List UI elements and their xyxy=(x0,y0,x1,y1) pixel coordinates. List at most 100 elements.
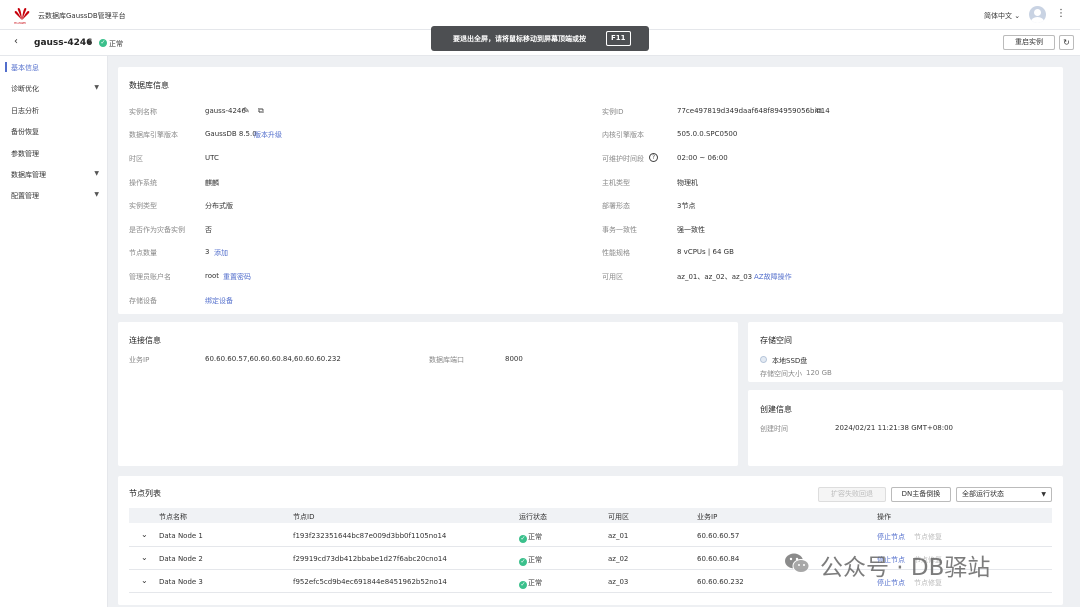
bind-device-link[interactable]: 绑定设备 xyxy=(205,296,233,306)
instance-name-title: gauss-4246 xyxy=(34,38,93,48)
expand-row-icon[interactable]: ⌄ xyxy=(141,576,148,585)
column-header: 节点名称 xyxy=(159,513,187,521)
node-id: f952efc5cd9b4ec691844e8451962b52no14 xyxy=(293,578,447,586)
more-menu-icon[interactable]: ⋮ xyxy=(1056,9,1066,19)
repair-node-link[interactable]: 节点修复 xyxy=(914,532,942,542)
admin-label: 管理员账户名 xyxy=(129,273,171,281)
az-failover-link[interactable]: AZ故障操作 xyxy=(754,272,792,282)
sidebar-item-label: 数据库管理 xyxy=(11,171,46,179)
disk-type-value: 本地SSD盘 xyxy=(772,357,808,365)
kernel-version-value: 505.0.0.SPC0500 xyxy=(677,130,738,138)
column-header: 可用区 xyxy=(608,513,629,521)
sidebar xyxy=(0,56,108,607)
dr-instance-label: 是否作为灾备实例 xyxy=(129,226,185,234)
huawei-logo-icon[interactable] xyxy=(14,7,30,21)
db-info-card xyxy=(118,67,1063,314)
refresh-icon[interactable]: ↻ xyxy=(1059,35,1074,50)
expand-row-icon[interactable]: ⌄ xyxy=(141,553,148,562)
node-az: az_03 xyxy=(608,578,629,586)
admin-value: root xyxy=(205,272,220,280)
sidebar-active-indicator xyxy=(5,62,7,72)
status-ok-icon: ✓ xyxy=(99,39,107,47)
db-port-label: 数据库端口 xyxy=(429,356,464,364)
db-info-title: 数据库信息 xyxy=(129,81,169,90)
sidebar-item-label: 日志分析 xyxy=(11,107,39,115)
business-ip-value: 60.60.60.57,60.60.60.84,60.60.60.232 xyxy=(205,355,341,363)
app-title: 云数据库GaussDB管理平台 xyxy=(38,12,126,20)
copy-icon[interactable]: ⧉ xyxy=(258,107,264,115)
engine-version-label: 数据库引擎版本 xyxy=(129,131,178,139)
chevron-down-icon: ▼ xyxy=(94,84,99,91)
version-upgrade-link[interactable]: 版本升级 xyxy=(254,130,282,140)
sidebar-item-db-manage[interactable]: 数据库管理 ▼ xyxy=(11,170,103,180)
sidebar-item-params[interactable]: 参数管理 xyxy=(11,149,103,159)
instance-type-label: 实例类型 xyxy=(129,202,157,210)
scale-out-rollback-button[interactable]: 扩容失败回退 xyxy=(818,487,886,502)
ssd-disk-icon xyxy=(760,356,767,363)
sidebar-item-log-analysis[interactable]: 日志分析 xyxy=(11,106,103,116)
spec-label: 性能规格 xyxy=(602,249,630,257)
node-count-value: 3 xyxy=(205,248,210,256)
node-status: ✓ 正常 xyxy=(519,532,542,543)
sidebar-item-diagnosis[interactable]: 诊断优化 ▼ xyxy=(11,84,103,94)
node-status: ✓ 正常 xyxy=(519,555,542,566)
created-info-title: 创建信息 xyxy=(760,405,792,414)
status-ok-icon: ✓ xyxy=(519,581,527,589)
node-id: f29919cd73db412bbabe1d27f6abc20cno14 xyxy=(293,555,447,563)
sidebar-item-config[interactable]: 配置管理 ▼ xyxy=(11,191,103,201)
toast-text: 要退出全屏，请将鼠标移动到屏幕顶端或按 xyxy=(453,35,586,43)
node-name: Data Node 2 xyxy=(159,555,203,563)
node-ip: 60.60.60.57 xyxy=(697,532,740,540)
logo-text: HUAWEI xyxy=(14,21,27,25)
storage-device-label: 存储设备 xyxy=(129,297,157,305)
sidebar-item-backup[interactable]: 备份恢复 xyxy=(11,127,103,137)
sidebar-item-basic-info[interactable]: 基本信息 xyxy=(11,63,103,73)
created-time-label: 创建时间 xyxy=(760,425,788,433)
add-node-link[interactable]: 添加 xyxy=(214,248,228,258)
az-label: 可用区 xyxy=(602,273,623,281)
maintenance-window-label: 可维护时间段 xyxy=(602,155,644,163)
business-ip-label: 业务IP xyxy=(129,356,150,364)
instance-id-label: 实例ID xyxy=(602,108,624,116)
edit-icon[interactable]: ✎ xyxy=(243,107,250,115)
node-status-text: 正常 xyxy=(528,556,542,564)
watermark-text: 公众号 · DB驿站 xyxy=(820,555,991,581)
node-name: Data Node 3 xyxy=(159,578,203,586)
host-type-label: 主机类型 xyxy=(602,179,630,187)
instance-status: 正常 xyxy=(109,40,123,48)
node-id: f193f232351644bc87e009d3bb0f1105no14 xyxy=(293,532,447,540)
os-value: 麒麟 xyxy=(205,179,219,187)
instance-name-label: 实例名称 xyxy=(129,108,157,116)
status-filter-select[interactable]: 全部运行状态 ▼ xyxy=(956,487,1052,502)
node-ip: 60.60.60.232 xyxy=(697,578,744,586)
column-header: 业务IP xyxy=(697,513,718,521)
expand-row-icon[interactable]: ⌄ xyxy=(141,530,148,539)
back-arrow-icon[interactable]: ‹ xyxy=(14,36,18,47)
restart-instance-button[interactable]: 重启实例 xyxy=(1003,35,1055,50)
instance-switch-caret-icon[interactable]: ▼ xyxy=(87,39,92,46)
timezone-label: 时区 xyxy=(129,155,143,163)
dn-switchover-button[interactable]: DN主备倒换 xyxy=(891,487,951,502)
chevron-down-icon: ▼ xyxy=(1041,491,1046,498)
instance-id-value: 77ce497819d349daaf648f894959056bin14 xyxy=(677,107,830,115)
node-status-text: 正常 xyxy=(528,579,542,587)
node-ip: 60.60.60.84 xyxy=(697,555,740,563)
status-ok-icon: ✓ xyxy=(519,558,527,566)
node-az: az_01 xyxy=(608,532,629,540)
language-selector[interactable]: 简体中文 ⌄ xyxy=(984,11,1020,21)
sidebar-item-label: 诊断优化 xyxy=(11,85,39,93)
sidebar-item-label: 备份恢复 xyxy=(11,128,39,136)
connection-card xyxy=(118,322,738,466)
chevron-down-icon: ▼ xyxy=(94,170,99,177)
node-az: az_02 xyxy=(608,555,629,563)
storage-size-value: 120 GB xyxy=(806,369,832,377)
status-filter-value: 全部运行状态 xyxy=(962,490,1004,498)
reset-password-link[interactable]: 重置密码 xyxy=(223,272,251,282)
column-header: 操作 xyxy=(877,513,891,521)
stop-node-link[interactable]: 停止节点 xyxy=(877,532,905,542)
node-list-title: 节点列表 xyxy=(129,489,161,498)
avatar[interactable] xyxy=(1029,6,1046,23)
column-header: 运行状态 xyxy=(519,513,547,521)
copy-icon[interactable]: ⧉ xyxy=(816,107,822,115)
help-icon[interactable]: ? xyxy=(649,153,658,162)
